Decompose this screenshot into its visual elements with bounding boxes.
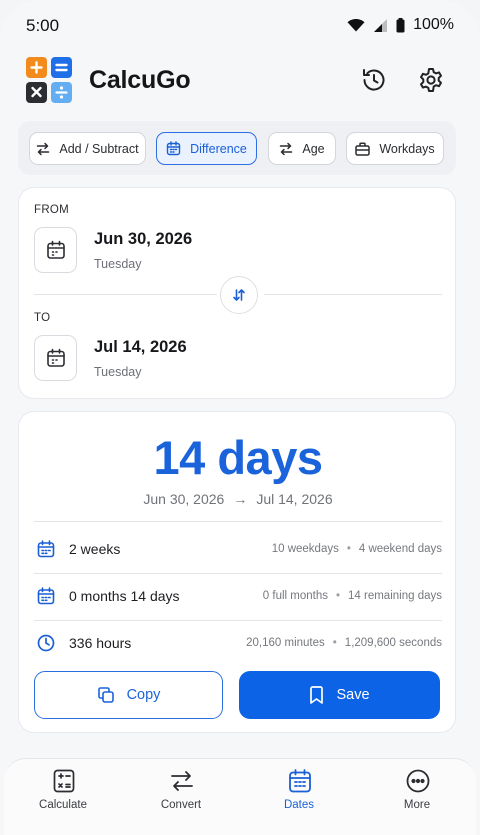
bookmark-icon xyxy=(310,686,324,704)
bottom-navigation: Calculate Convert Dates More xyxy=(4,758,476,835)
row-main-value: 0 months 14 days xyxy=(69,588,180,604)
more-icon xyxy=(406,769,430,793)
row-detail-b: 14 remaining days xyxy=(348,590,442,602)
row-detail-a: 20,160 minutes xyxy=(246,637,325,649)
range-end: Jul 14, 2026 xyxy=(256,491,333,507)
result-row-weeks: 2 weeks 10 weekdays • 4 weekend days xyxy=(34,527,442,573)
status-bar: 5:00 100% xyxy=(0,0,480,52)
save-button[interactable]: Save xyxy=(239,671,440,719)
calendar-icon xyxy=(289,769,311,793)
nav-label: Dates xyxy=(283,799,315,811)
row-main-value: 2 weeks xyxy=(69,541,121,557)
result-row-hours: 336 hours 20,160 minutes • 1,209,600 sec… xyxy=(34,621,442,667)
battery-percent: 100% xyxy=(413,16,454,33)
divider xyxy=(34,521,442,522)
nav-more[interactable]: More xyxy=(358,759,476,835)
signal-icon xyxy=(374,18,388,32)
separator-dot: • xyxy=(346,543,351,555)
row-detail-a: 10 weekdays xyxy=(271,543,339,555)
row-main-value: 336 hours xyxy=(69,635,132,651)
to-weekday: Tuesday xyxy=(94,365,142,379)
wifi-icon xyxy=(347,19,365,32)
save-label: Save xyxy=(336,687,370,703)
nav-label: Convert xyxy=(160,799,202,811)
from-label: FROM xyxy=(34,204,70,216)
calendar-icon xyxy=(166,141,181,156)
battery-icon xyxy=(396,17,405,32)
nav-calculate[interactable]: Calculate xyxy=(4,759,122,835)
mode-difference[interactable]: Difference xyxy=(156,132,257,165)
copy-icon xyxy=(97,687,114,703)
from-date-picker-button[interactable] xyxy=(34,227,77,273)
mode-label: Add / Subtract xyxy=(59,141,139,156)
mode-selector: Add / Subtract Difference Age Workdays xyxy=(18,121,456,175)
swap-dates-button[interactable] xyxy=(220,276,258,314)
range-arrow-icon: → xyxy=(233,491,248,507)
swap-vertical-icon xyxy=(233,289,245,301)
nav-label: More xyxy=(403,799,431,811)
row-detail: 0 full months • 14 remaining days xyxy=(263,590,442,602)
mode-label: Difference xyxy=(190,141,247,156)
date-range-card: FROM Jun 30, 2026 Tuesday TO Jul 14, 202… xyxy=(18,187,456,399)
nav-dates[interactable]: Dates xyxy=(240,759,358,835)
calculator-icon xyxy=(53,769,75,793)
row-detail: 10 weekdays • 4 weekend days xyxy=(272,543,442,555)
calcugo-logo xyxy=(26,57,72,103)
from-weekday: Tuesday xyxy=(94,257,142,271)
mode-label: Workdays xyxy=(379,141,435,156)
mode-age[interactable]: Age xyxy=(268,132,336,165)
app-title: CalcuGo xyxy=(89,66,191,94)
status-icons: 100% xyxy=(347,16,454,34)
separator-dot: • xyxy=(332,637,337,649)
result-range: Jun 30, 2026 → Jul 14, 2026 xyxy=(19,491,457,507)
briefcase-icon xyxy=(355,142,371,156)
to-label: TO xyxy=(34,312,51,324)
calendar-icon xyxy=(46,348,65,367)
to-date-value[interactable]: Jul 14, 2026 xyxy=(94,338,187,357)
mode-label: Age xyxy=(302,141,325,156)
range-start: Jun 30, 2026 xyxy=(143,491,225,507)
from-date-value[interactable]: Jun 30, 2026 xyxy=(94,230,192,249)
app-screen: 5:00 100% CalcuGo Add / Subtract Differe… xyxy=(0,0,480,835)
row-detail: 20,160 minutes • 1,209,600 seconds xyxy=(246,637,442,649)
nav-convert[interactable]: Convert xyxy=(122,759,240,835)
app-bar: CalcuGo xyxy=(0,52,480,108)
swap-arrows-icon xyxy=(37,142,50,155)
settings-button[interactable] xyxy=(415,64,447,96)
row-detail-b: 4 weekend days xyxy=(358,543,442,555)
history-button[interactable] xyxy=(358,64,390,96)
separator-dot: • xyxy=(335,590,341,602)
clock-icon xyxy=(37,634,55,652)
result-headline: 14 days xyxy=(153,431,323,484)
divider xyxy=(34,294,217,295)
result-row-months: 0 months 14 days 0 full months • 14 rema… xyxy=(34,574,442,620)
mode-add-subtract[interactable]: Add / Subtract xyxy=(29,132,146,165)
swap-arrows-icon xyxy=(280,142,293,155)
to-date-picker-button[interactable] xyxy=(34,335,77,381)
nav-label: Calculate xyxy=(39,799,87,811)
gear-icon xyxy=(420,68,442,92)
row-detail-a: 0 full months xyxy=(262,590,328,602)
copy-button[interactable]: Copy xyxy=(34,671,223,719)
calendar-icon xyxy=(46,240,65,259)
swap-arrows-icon xyxy=(171,771,193,791)
calendar-icon xyxy=(37,540,55,558)
calendar-icon xyxy=(37,587,55,605)
copy-label: Copy xyxy=(126,687,161,703)
status-time: 5:00 xyxy=(26,16,60,35)
result-card: 14 days Jun 30, 2026 → Jul 14, 2026 2 we… xyxy=(18,411,456,733)
mode-workdays[interactable]: Workdays xyxy=(346,132,444,165)
divider xyxy=(264,294,442,295)
history-icon xyxy=(363,69,385,91)
row-detail-b: 1,209,600 seconds xyxy=(344,637,442,649)
